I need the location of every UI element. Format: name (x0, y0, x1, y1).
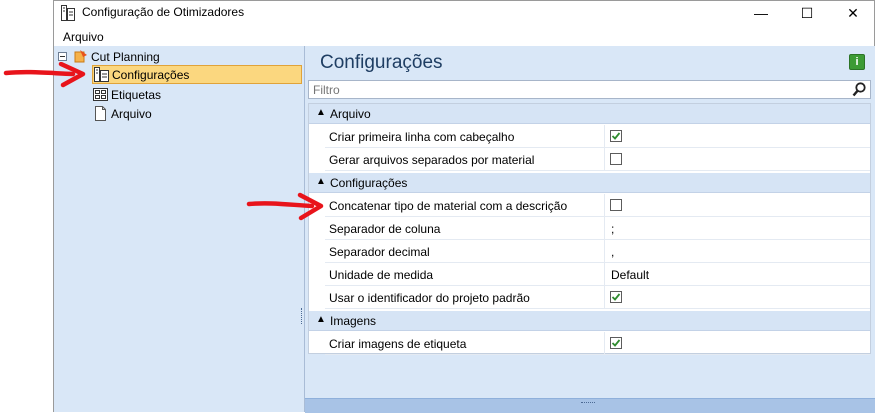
property-row[interactable]: Unidade de medida Default (325, 263, 870, 286)
property-grid: ▲ Arquivo Criar primeira linha com cabeç… (308, 103, 871, 355)
settings-pane: Configurações i ▲ Arquivo Criar primeira… (301, 46, 875, 413)
property-value[interactable]: ; (611, 222, 614, 236)
filter-input[interactable] (309, 81, 837, 99)
property-row[interactable]: Usar o identificador do projeto padrão (325, 286, 870, 309)
maximize-button[interactable]: ☐ (784, 1, 830, 25)
menu-bar: Arquivo (54, 28, 874, 47)
resize-grip[interactable] (581, 402, 595, 405)
property-name: Gerar arquivos separados por material (329, 153, 535, 167)
property-name: Criar imagens de etiqueta (329, 337, 467, 351)
category-arquivo[interactable]: ▲ Arquivo (309, 104, 870, 124)
column-divider (604, 217, 605, 239)
window-title: Configuração de Otimizadores (82, 5, 245, 19)
tree-item-label: Configurações (112, 67, 190, 82)
column-divider (604, 148, 605, 170)
collapse-chevron-icon[interactable]: ▲ (316, 107, 326, 118)
status-bar (305, 398, 875, 413)
property-name: Unidade de medida (329, 268, 434, 282)
property-name: Usar o identificador do projeto padrão (329, 291, 530, 305)
checkmark-icon (611, 293, 621, 301)
tree-item-arquivo[interactable]: Arquivo (93, 104, 152, 123)
collapse-chevron-icon[interactable]: ▲ (316, 314, 326, 325)
property-checkbox[interactable] (610, 130, 622, 142)
tree-item-label: Etiquetas (111, 87, 162, 102)
category-label: Configurações (330, 176, 408, 190)
checkmark-icon (611, 339, 621, 347)
property-checkbox[interactable] (610, 199, 622, 211)
property-checkbox[interactable] (610, 153, 622, 165)
category-configuracoes[interactable]: ▲ Configurações (309, 173, 870, 193)
column-divider (604, 332, 605, 354)
category-label: Arquivo (330, 107, 371, 121)
property-name: Criar primeira linha com cabeçalho (329, 130, 515, 144)
tree-item-label: Arquivo (111, 106, 152, 121)
close-button[interactable]: ✕ (830, 1, 876, 25)
checkmark-icon (611, 132, 621, 140)
column-divider (604, 263, 605, 285)
collapse-chevron-icon[interactable]: ▲ (316, 176, 326, 187)
title-bar: Configuração de Otimizadores — ☐ ✕ (54, 1, 874, 25)
property-row[interactable]: Gerar arquivos separados por material (325, 148, 870, 171)
settings-doc-icon (94, 67, 109, 82)
property-value[interactable]: Default (611, 268, 649, 282)
property-row[interactable]: Separador decimal , (325, 240, 870, 263)
file-icon (95, 106, 106, 121)
column-divider (604, 125, 605, 147)
property-checkbox[interactable] (610, 337, 622, 349)
property-name: Concatenar tipo de material com a descri… (329, 199, 568, 213)
filter-box (308, 80, 871, 99)
property-row[interactable]: Concatenar tipo de material com a descri… (325, 194, 870, 217)
property-row[interactable]: Criar primeira linha com cabeçalho (325, 125, 870, 148)
app-window: Configuração de Otimizadores — ☐ ✕ Arqui… (53, 0, 875, 413)
property-row[interactable]: Criar imagens de etiqueta (325, 332, 870, 355)
tree-root-label: Cut Planning (91, 49, 160, 64)
splitter-grip[interactable] (301, 308, 304, 324)
info-icon[interactable]: i (849, 54, 865, 70)
label-icon (93, 88, 108, 101)
property-row[interactable]: Separador de coluna ; (325, 217, 870, 240)
red-arrow-icon (246, 192, 324, 221)
menu-arquivo[interactable]: Arquivo (63, 30, 104, 44)
collapse-icon[interactable] (58, 52, 67, 61)
tree-item-etiquetas[interactable]: Etiquetas (93, 85, 161, 104)
category-imagens[interactable]: ▲ Imagens (309, 311, 870, 331)
property-name: Separador decimal (329, 245, 430, 259)
app-icon (61, 5, 75, 21)
tree-item-configuracoes[interactable]: Configurações (92, 65, 302, 84)
property-name: Separador de coluna (329, 222, 441, 236)
minimize-button[interactable]: — (738, 1, 784, 25)
property-checkbox[interactable] (610, 291, 622, 303)
column-divider (604, 194, 605, 216)
property-value[interactable]: , (611, 245, 614, 259)
search-icon[interactable] (852, 82, 867, 97)
tree-pane: Cut Planning Configurações Etiquetas Arq… (54, 46, 305, 412)
column-divider (604, 286, 605, 308)
column-divider (604, 240, 605, 262)
red-arrow-icon (3, 62, 86, 88)
category-label: Imagens (330, 314, 377, 328)
page-title: Configurações (320, 52, 443, 73)
